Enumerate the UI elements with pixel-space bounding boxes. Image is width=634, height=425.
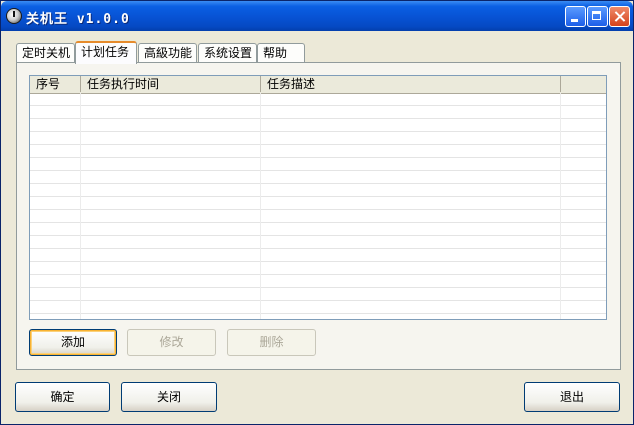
close-button[interactable]: 关闭 [121, 382, 217, 412]
scheduled-tasks-panel: 序号 任务执行时间 任务描述 添加 修改 删除 [16, 62, 621, 370]
column-divider [260, 93, 261, 319]
close-window-button[interactable] [609, 6, 630, 27]
power-app-icon[interactable] [6, 8, 22, 24]
tab-system-settings[interactable]: 系统设置 [198, 43, 257, 62]
tab-timed-shutdown[interactable]: 定时关机 [16, 43, 75, 62]
column-header-description[interactable]: 任务描述 [261, 76, 561, 92]
exit-label: 退出 [559, 390, 584, 404]
tab-scheduled-tasks[interactable]: 计划任务 [75, 41, 137, 64]
maximize-button[interactable] [587, 6, 608, 27]
delete-task-label: 删除 [259, 335, 284, 349]
edit-task-button[interactable]: 修改 [127, 329, 216, 356]
window-title: 关机王 v1.0.0 [26, 12, 130, 27]
main-window: 关机王 v1.0.0 定时关机 计划任务 高級功能 系统设置 帮助 序号 任务执… [0, 0, 634, 425]
task-list[interactable]: 序号 任务执行时间 任务描述 [29, 75, 607, 320]
column-divider [560, 93, 561, 319]
ok-button[interactable]: 确定 [15, 382, 110, 412]
title-bar[interactable]: 关机王 v1.0.0 [1, 1, 633, 31]
column-header-exec-time[interactable]: 任务执行时间 [81, 76, 261, 92]
minimize-button[interactable] [565, 6, 586, 27]
edit-task-label: 修改 [159, 335, 184, 349]
tab-help[interactable]: 帮助 [257, 43, 305, 62]
exit-button[interactable]: 退出 [524, 382, 620, 412]
close-label: 关闭 [156, 390, 181, 404]
tab-advanced[interactable]: 高級功能 [138, 43, 197, 62]
add-task-button[interactable]: 添加 [29, 329, 117, 356]
column-header-extra[interactable] [561, 76, 606, 92]
column-header-index[interactable]: 序号 [30, 76, 81, 92]
ok-label: 确定 [50, 390, 75, 404]
delete-task-button[interactable]: 删除 [227, 329, 316, 356]
task-list-rows[interactable] [30, 93, 606, 319]
column-divider [80, 93, 81, 319]
task-list-header: 序号 任务执行时间 任务描述 [30, 76, 606, 94]
add-task-label: 添加 [60, 335, 85, 349]
